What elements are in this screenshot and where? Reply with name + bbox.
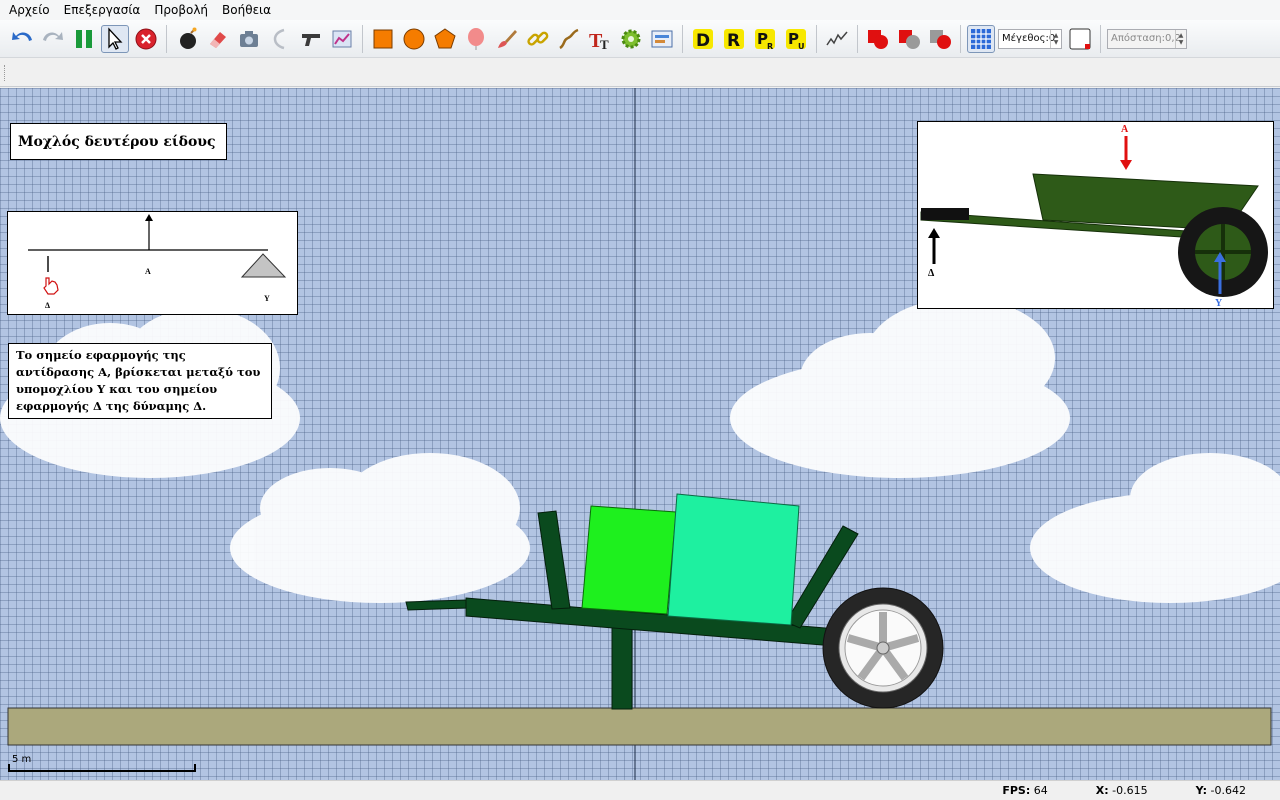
svg-text:R: R — [727, 31, 740, 51]
menu-file[interactable]: Αρχείο — [2, 0, 57, 20]
zigzag-icon[interactable] — [823, 25, 851, 53]
scale-bar: 5 m — [8, 754, 198, 772]
svg-text:T: T — [600, 37, 609, 51]
joint-pr-icon[interactable]: PR — [751, 25, 779, 53]
text-icon[interactable]: TT — [586, 25, 614, 53]
rope-icon[interactable] — [266, 25, 294, 53]
eraser-icon[interactable] — [204, 25, 232, 53]
bomb-icon[interactable] — [173, 25, 201, 53]
scene-title: Μοχλός δευτέρου είδους — [10, 123, 227, 160]
chain-icon[interactable] — [524, 25, 552, 53]
delete-icon[interactable] — [132, 25, 160, 53]
collide-c-icon[interactable] — [926, 25, 954, 53]
polygon-icon[interactable] — [431, 25, 459, 53]
menu-view[interactable]: Προβολή — [147, 0, 215, 20]
joint-pu-icon[interactable]: PU — [782, 25, 810, 53]
menu-bar: Αρχείο Επεξεργασία Προβολή Βοήθεια — [0, 0, 1280, 20]
scale-label: 5 m — [12, 754, 32, 765]
color-swatch-icon[interactable] — [1066, 25, 1094, 53]
graph-icon[interactable] — [328, 25, 356, 53]
distance-spinner[interactable]: ▲ ▼ — [1175, 29, 1186, 48]
pause-icon[interactable] — [70, 25, 98, 53]
status-bar: FPS: 64 X: -0.615 Y: -0.642 — [0, 780, 1280, 800]
balloon-icon[interactable] — [462, 25, 490, 53]
simulation-canvas[interactable]: Μοχλός δευτέρου είδους Α Δ Υ Το σημείο ε… — [0, 88, 1280, 780]
photo-label-ypsilon: Υ — [1215, 298, 1223, 309]
lever-label-ypsilon: Υ — [264, 294, 270, 303]
brush-icon[interactable] — [493, 25, 521, 53]
wheel[interactable] — [822, 587, 944, 709]
distance-field[interactable]: Απόσταση:0,2 ▲ ▼ — [1107, 28, 1187, 49]
distance-field-value: Απόσταση:0,2 — [1111, 33, 1181, 44]
spring-icon[interactable] — [555, 25, 583, 53]
menu-edit[interactable]: Επεξεργασία — [57, 0, 148, 20]
lever-diagram: Α Δ Υ — [7, 211, 298, 315]
size-field-value: Μέγεθος:0 — [1002, 33, 1056, 44]
box-icon[interactable] — [369, 25, 397, 53]
size-field[interactable]: Μέγεθος:0 ▲ ▼ — [998, 28, 1062, 49]
photo-label-alpha: Α — [1121, 124, 1129, 135]
cargo-box-large[interactable] — [667, 493, 800, 626]
menu-help[interactable]: Βοήθεια — [215, 0, 278, 20]
ground[interactable] — [7, 707, 1272, 746]
lever-label-alpha: Α — [145, 267, 151, 276]
lever-label-delta: Δ — [45, 301, 50, 310]
pointer-icon[interactable] — [101, 24, 129, 53]
secondary-toolbar — [0, 59, 1280, 87]
app-window: Αρχείο Επεξεργασία Προβολή Βοήθεια T T D… — [0, 0, 1280, 800]
y-coordinate-readout: Y: -0.642 — [1195, 784, 1246, 797]
grid-icon[interactable] — [967, 24, 995, 53]
joint-r-icon[interactable]: R — [720, 25, 748, 53]
svg-text:R: R — [767, 42, 773, 51]
collide-a-icon[interactable] — [864, 25, 892, 53]
hand-cursor-icon — [43, 277, 59, 295]
gear-icon[interactable] — [617, 25, 645, 53]
size-spinner[interactable]: ▲ ▼ — [1050, 29, 1061, 48]
toolbar: TT D R PR PU Μέγεθος:0 ▲ ▼ Απόσταση:0,2 … — [0, 20, 1280, 58]
cargo-box-small[interactable] — [581, 505, 677, 615]
image-icon[interactable] — [648, 25, 676, 53]
undo-icon[interactable] — [8, 25, 36, 53]
circle-icon[interactable] — [400, 25, 428, 53]
x-coordinate-readout: X: -0.615 — [1095, 784, 1148, 797]
collide-b-icon[interactable] — [895, 25, 923, 53]
scene-note: Το σημείο εφαρμογής της αντίδρασης Α, βρ… — [8, 343, 272, 419]
svg-text:D: D — [696, 31, 710, 51]
photo-label-delta: Δ — [928, 268, 935, 279]
gun-icon[interactable] — [297, 25, 325, 53]
joint-d-icon[interactable]: D — [689, 25, 717, 53]
wheelbarrow-illustration: Α Δ Υ — [917, 121, 1274, 309]
fps-readout: FPS: 64 — [1002, 784, 1048, 797]
svg-text:U: U — [798, 42, 805, 51]
camera-icon[interactable] — [235, 25, 263, 53]
redo-icon[interactable] — [39, 25, 67, 53]
